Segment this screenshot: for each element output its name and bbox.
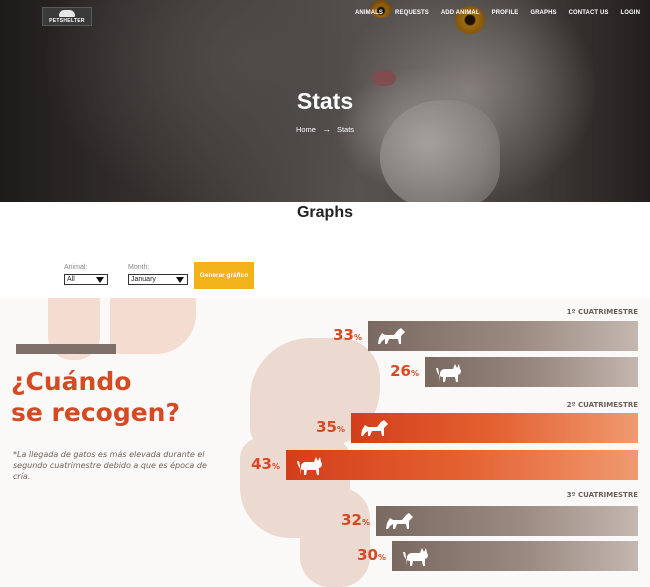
dog-icon bbox=[361, 420, 388, 436]
period-label: 1º CUATRIMESTRE bbox=[566, 308, 638, 316]
headline-accent-bar bbox=[16, 344, 116, 354]
percent-label: 30% bbox=[357, 546, 386, 564]
infographic-note: *La llegada de gatos es más elevada dura… bbox=[13, 450, 207, 481]
hero-banner: PETSHELTER ANIMALS REQUESTS ADD ANIMAL P… bbox=[0, 0, 650, 202]
percent-label: 33% bbox=[333, 326, 362, 344]
cat-icon bbox=[436, 364, 461, 382]
cat-bar bbox=[425, 357, 638, 387]
percent-label: 26% bbox=[390, 362, 419, 380]
percent-label: 32% bbox=[341, 511, 370, 529]
nav-animals[interactable]: ANIMALS bbox=[355, 10, 383, 16]
cat-icon bbox=[297, 457, 322, 475]
month-filter: Month: January bbox=[128, 264, 188, 285]
cat-bar bbox=[286, 450, 638, 480]
site-logo[interactable]: PETSHELTER bbox=[42, 7, 92, 26]
arrow-right-icon: → bbox=[321, 124, 331, 134]
breadcrumb-current: Stats bbox=[336, 124, 355, 134]
nav-graphs[interactable]: GRAPHS bbox=[530, 10, 556, 16]
nav-contact-us[interactable]: CONTACT US bbox=[569, 10, 609, 16]
logo-text: PETSHELTER bbox=[49, 17, 85, 24]
percent-label: 43% bbox=[251, 455, 280, 473]
section-title: Graphs bbox=[296, 204, 353, 221]
animal-filter-label: Animal: bbox=[64, 264, 88, 271]
period-label: 2º CUATRIMESTRE bbox=[566, 401, 638, 409]
month-filter-label: Month: bbox=[128, 264, 150, 271]
logo-icon bbox=[59, 9, 75, 17]
cat-icon bbox=[403, 548, 428, 566]
nav-requests[interactable]: REQUESTS bbox=[395, 10, 429, 16]
bg-silhouette-dog bbox=[110, 298, 196, 354]
headline-line-2: se recogen? bbox=[11, 398, 180, 427]
dog-bar bbox=[376, 506, 638, 536]
main-nav: ANIMALS REQUESTS ADD ANIMAL PROFILE GRAP… bbox=[355, 10, 640, 16]
percent-label: 35% bbox=[316, 418, 345, 436]
cat-bar bbox=[392, 541, 638, 571]
nav-profile[interactable]: PROFILE bbox=[492, 10, 519, 16]
infographic-headline: ¿Cuándo se recogen? bbox=[11, 366, 180, 428]
animal-filter: Animal: All bbox=[64, 264, 108, 285]
month-select[interactable]: January bbox=[128, 274, 188, 285]
nav-login[interactable]: LOGIN bbox=[621, 10, 641, 16]
animal-select[interactable]: All bbox=[64, 274, 108, 285]
nav-add-animal[interactable]: ADD ANIMAL bbox=[441, 10, 480, 16]
month-select-value: January bbox=[131, 276, 156, 283]
animal-select-value: All bbox=[67, 276, 75, 283]
caret-down-icon bbox=[176, 277, 184, 283]
dog-bar bbox=[368, 321, 638, 351]
headline-line-1: ¿Cuándo bbox=[11, 367, 132, 396]
dog-bar bbox=[351, 413, 638, 443]
dog-icon bbox=[378, 328, 405, 344]
page-title: Stats bbox=[296, 88, 354, 114]
caret-down-icon bbox=[96, 277, 104, 283]
infographic: ¿Cuándo se recogen? *La llegada de gatos… bbox=[0, 298, 650, 587]
bg-silhouette-legs bbox=[300, 488, 370, 587]
period-label: 3º CUATRIMESTRE bbox=[566, 491, 638, 499]
breadcrumb: Home → Stats bbox=[0, 124, 650, 134]
generate-chart-button[interactable]: Generar gráfico bbox=[194, 262, 254, 289]
dog-icon bbox=[386, 513, 413, 529]
breadcrumb-home[interactable]: Home bbox=[296, 125, 316, 134]
